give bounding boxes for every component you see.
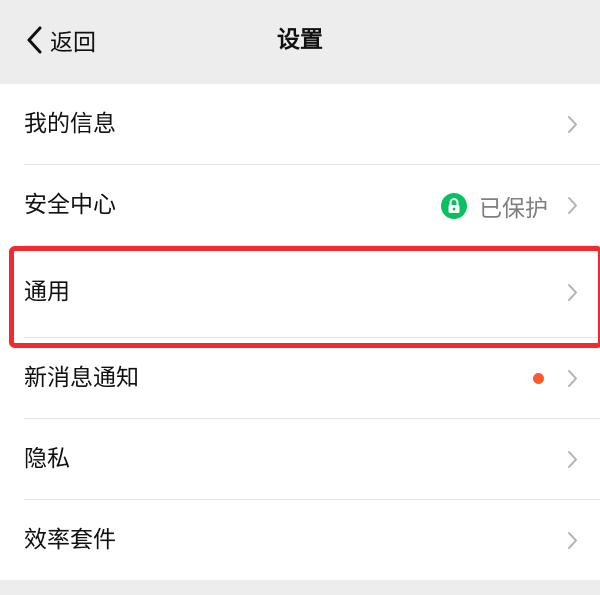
chevron-right-icon <box>568 116 577 133</box>
security-status-text: 已保护 <box>479 195 548 222</box>
settings-list: 我的信息 安全中心 已保护 通用 新消息通知 隐私 效率套件 <box>0 84 600 581</box>
settings-item-new-message-notification[interactable]: 新消息通知 <box>0 338 600 419</box>
settings-item-security-center[interactable]: 安全中心 已保护 <box>0 165 600 246</box>
lock-icon <box>441 192 467 219</box>
chevron-right-icon <box>568 451 577 468</box>
settings-item-label: 隐私 <box>24 446 70 472</box>
settings-item-label: 效率套件 <box>24 527 116 553</box>
settings-item-privacy[interactable]: 隐私 <box>0 419 600 500</box>
settings-item-label: 我的信息 <box>24 111 116 137</box>
settings-item-my-info[interactable]: 我的信息 <box>0 84 600 165</box>
settings-item-general[interactable]: 通用 <box>0 246 600 338</box>
security-status: 已保护 <box>441 165 548 246</box>
chevron-right-icon <box>568 197 577 214</box>
notification-dot <box>533 373 544 384</box>
chevron-right-icon <box>568 284 577 301</box>
settings-item-label: 安全中心 <box>24 192 116 218</box>
settings-item-efficiency-suite[interactable]: 效率套件 <box>0 500 600 581</box>
settings-item-label: 新消息通知 <box>24 365 139 391</box>
page-title: 设置 <box>277 27 323 53</box>
navigation-bar: 返回 设置 <box>0 0 600 74</box>
chevron-right-icon <box>568 370 577 387</box>
bottom-spacer <box>0 580 600 595</box>
chevron-right-icon <box>568 532 577 549</box>
settings-item-label: 通用 <box>24 279 70 305</box>
